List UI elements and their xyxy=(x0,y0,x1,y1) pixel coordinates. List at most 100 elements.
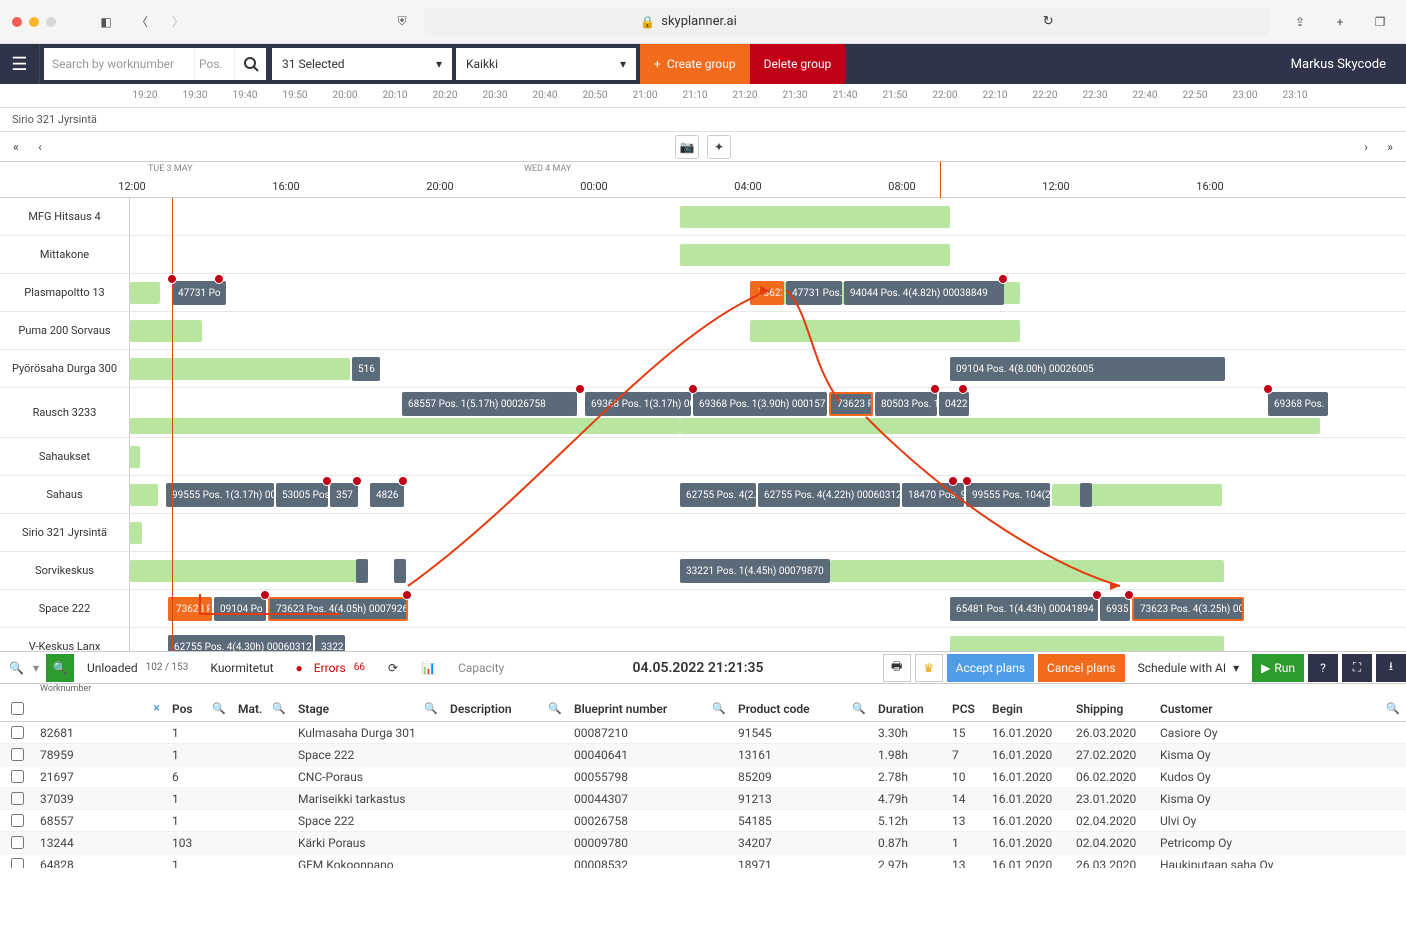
task-bar[interactable]: 80503 Pos. 1 xyxy=(875,392,937,416)
col-begin[interactable]: Begin xyxy=(992,702,1023,716)
row-checkbox[interactable] xyxy=(11,748,24,761)
accept-plans-button[interactable]: Accept plans xyxy=(947,654,1034,682)
task-bar[interactable]: 69368 Pos. 1(3.90h) 000157 xyxy=(693,392,827,416)
row-checkbox[interactable] xyxy=(11,726,24,739)
search-icon[interactable]: 🔍 xyxy=(852,702,866,715)
cancel-plans-button[interactable]: Cancel plans xyxy=(1038,654,1125,682)
col-dur[interactable]: Duration xyxy=(878,702,924,716)
task-bar[interactable]: 94044 Pos. 4(4.82h) 00038849 xyxy=(844,281,1004,305)
select-all-checkbox[interactable] xyxy=(11,702,24,715)
camera-icon[interactable]: 📷 xyxy=(675,135,699,159)
clear-filter-icon[interactable]: × xyxy=(153,701,160,716)
row-checkbox[interactable] xyxy=(11,792,24,805)
search-icon[interactable]: 🔍 xyxy=(548,702,562,715)
task-bar-linked[interactable]: 73623 Po xyxy=(829,392,873,416)
step-forward-icon[interactable]: › xyxy=(1354,135,1378,159)
search-icon[interactable]: 🔍 xyxy=(1386,702,1400,715)
table-row[interactable]: 78959 1 Space 222 00040641 13161 1.98h 7… xyxy=(0,744,1406,766)
task-bar[interactable]: 62755 Pos. 4(4.22h) 00060312 xyxy=(758,483,900,507)
new-tab-icon[interactable]: + xyxy=(1326,8,1354,36)
task-bar[interactable]: 0422 xyxy=(939,392,969,416)
col-ship[interactable]: Shipping xyxy=(1076,702,1123,716)
task-bar[interactable]: 357 xyxy=(330,483,358,507)
table-row[interactable]: 68557 1 Space 222 00026758 54185 5.12h 1… xyxy=(0,810,1406,832)
task-bar[interactable]: 62755 Pos. 4(2. xyxy=(680,483,756,507)
task-bar[interactable] xyxy=(1080,483,1092,507)
row-checkbox[interactable] xyxy=(11,814,24,827)
table-row[interactable]: 13244 103 Kärki Poraus 00009780 34207 0.… xyxy=(0,832,1406,854)
task-bar[interactable]: 09104 Pos. 4(8.00h) 00026005 xyxy=(950,357,1225,381)
schedule-ai-dropdown[interactable]: Schedule with AI ▾ xyxy=(1129,654,1249,682)
capacity-icon[interactable]: 📊 xyxy=(412,654,445,682)
row-checkbox[interactable] xyxy=(11,858,24,868)
col-pcs[interactable]: PCS xyxy=(952,702,975,716)
task-bar[interactable]: 65481 Pos. 1(4.43h) 00041894 xyxy=(950,597,1098,621)
col-prod[interactable]: Product code xyxy=(738,702,810,716)
settings-icon[interactable]: ✦ xyxy=(707,135,731,159)
task-bar[interactable] xyxy=(394,559,406,583)
task-bar[interactable]: 68557 Pos. 1(5.17h) 00026758 xyxy=(402,392,577,416)
shield-icon[interactable]: ⛨ xyxy=(388,8,416,36)
back-icon[interactable]: 〈 xyxy=(128,8,156,36)
refresh-button[interactable]: ⟳ xyxy=(378,654,408,682)
fast-back-icon[interactable]: « xyxy=(4,135,28,159)
task-bar[interactable]: 62755 Pos. 4(4.30h) 00060312 xyxy=(168,635,313,652)
search-pos-input[interactable]: Pos. xyxy=(194,48,234,80)
row-checkbox[interactable] xyxy=(11,836,24,849)
search-icon[interactable]: 🔍 xyxy=(424,702,438,715)
tab-unloaded[interactable]: Unloaded102 / 153 xyxy=(78,654,197,682)
confirm-search-button[interactable]: 🔍 xyxy=(46,654,74,682)
sidebar-toggle-icon[interactable]: ◧ xyxy=(92,8,120,36)
tab-kuormitetut[interactable]: Kuormitetut xyxy=(201,654,282,682)
print-icon[interactable]: 🖶 xyxy=(883,654,911,682)
col-pos[interactable]: Pos xyxy=(172,702,193,716)
task-bar[interactable]: 53005 Pos xyxy=(276,483,328,507)
task-bar[interactable]: 47731 Po xyxy=(172,281,226,305)
url-bar[interactable]: 🔒 skyplanner.ai ↻ xyxy=(424,8,1270,36)
search-icon[interactable]: 🔍 xyxy=(712,702,726,715)
crown-icon[interactable]: ♛ xyxy=(915,654,943,682)
fast-forward-icon[interactable]: » xyxy=(1378,135,1402,159)
task-bar[interactable] xyxy=(356,559,368,583)
task-bar-linked[interactable]: 73623 Pos. 4(3.25h) 00 xyxy=(1132,597,1244,621)
task-bar[interactable]: 47731 Pos. xyxy=(786,281,842,305)
task-bar[interactable]: 18470 Pos. 9 xyxy=(902,483,964,507)
table-row[interactable]: 21697 6 CNC-Poraus 00055798 85209 2.78h … xyxy=(0,766,1406,788)
col-mat[interactable]: Mat. xyxy=(238,702,262,716)
table-row[interactable]: 37039 1 Mariseikki tarkastus 00044307 91… xyxy=(0,788,1406,810)
col-bp[interactable]: Blueprint number xyxy=(574,702,667,716)
share-icon[interactable]: ⇪ xyxy=(1286,8,1314,36)
fullscreen-button[interactable]: ⛶ xyxy=(1342,654,1372,682)
user-label[interactable]: Markus Skycode xyxy=(1291,57,1386,72)
filter-icon[interactable]: ▾ xyxy=(24,654,42,682)
col-cust[interactable]: Customer xyxy=(1160,702,1213,716)
task-bar[interactable]: 4826 xyxy=(370,483,404,507)
search-worknumber-input[interactable]: Search by worknumber xyxy=(44,48,194,80)
tabs-icon[interactable]: ❐ xyxy=(1366,8,1394,36)
traffic-yellow[interactable] xyxy=(29,17,39,27)
task-bar[interactable]: 6935 xyxy=(1100,597,1130,621)
filter-dropdown[interactable]: Kaikki▾ xyxy=(456,48,636,80)
help-button[interactable]: ? xyxy=(1308,654,1338,682)
step-back-icon[interactable]: ‹ xyxy=(28,135,52,159)
task-bar-selected[interactable]: 73623 P xyxy=(168,597,212,621)
hamburger-icon[interactable]: ☰ xyxy=(0,44,40,84)
task-bar[interactable]: 33221 Pos. 1(4.45h) 00079870 xyxy=(680,559,830,583)
task-bar[interactable]: 09104 Po xyxy=(214,597,266,621)
run-button[interactable]: ▶Run xyxy=(1252,654,1304,682)
task-bar[interactable]: 69368 Pos. 1(3.17h) 00 xyxy=(585,392,691,416)
task-bar[interactable]: 99555 Pos. 1(3.17h) 00 xyxy=(166,483,274,507)
search-icon[interactable]: 🔍 xyxy=(0,654,20,682)
forward-icon[interactable]: 〉 xyxy=(164,8,192,36)
download-button[interactable]: ⭳ xyxy=(1376,654,1406,682)
tab-errors[interactable]: ● Errors66 xyxy=(287,654,374,682)
table-row[interactable]: 82681 1 Kulmasaha Durga 301 00087210 915… xyxy=(0,722,1406,744)
table-row[interactable]: 64828 1 GFM Kokoonpano 00008532 18971 2.… xyxy=(0,854,1406,868)
traffic-red[interactable] xyxy=(12,17,22,27)
search-icon[interactable]: 🔍 xyxy=(272,702,286,715)
task-bar[interactable]: 99555 Pos. 104(2 xyxy=(966,483,1050,507)
search-button[interactable] xyxy=(234,48,266,80)
create-group-button[interactable]: +Create group xyxy=(640,44,750,84)
row-checkbox[interactable] xyxy=(11,770,24,783)
col-stage[interactable]: Stage xyxy=(298,702,329,716)
